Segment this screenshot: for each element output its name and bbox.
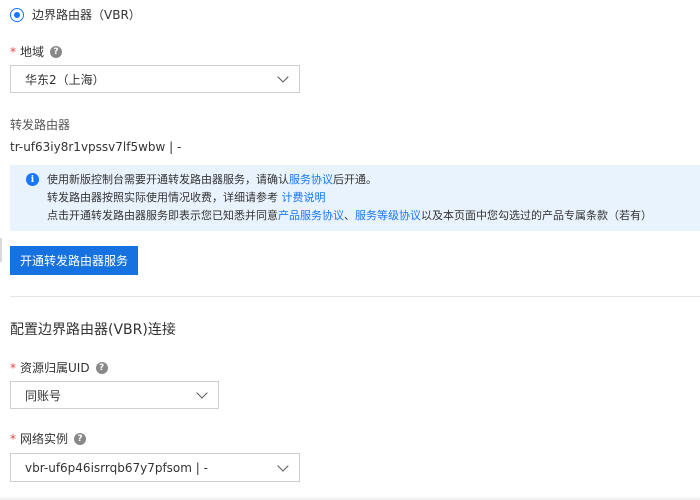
vbr-radio-label[interactable]: 边界路由器（VBR） — [32, 7, 141, 23]
chevron-down-icon — [277, 71, 289, 83]
notice-line-3-sep: 、 — [344, 209, 355, 222]
notice-line-3: 点击开通转发路由器服务即表示您已知悉并同意产品服务协议、服务等级协议以及本页面中… — [47, 209, 652, 223]
region-label-text: 地域 — [20, 45, 45, 59]
required-mark: * — [10, 432, 16, 446]
section-title: 配置边界路由器(VBR)连接 — [10, 322, 176, 338]
notice-line-3-text: 点击开通转发路由器服务即表示您已知悉并同意 — [47, 209, 278, 222]
notice-line-1-suffix: 后开通。 — [333, 173, 377, 186]
notice-line-1: 使用新版控制台需要开通转发路由器服务，请确认服务协议后开通。 — [47, 173, 377, 187]
notice-box: i 使用新版控制台需要开通转发路由器服务，请确认服务协议后开通。 转发路由器按照… — [10, 165, 700, 231]
required-mark: * — [10, 45, 16, 59]
billing-info-link[interactable]: 计费说明 — [282, 191, 326, 204]
sla-link[interactable]: 服务等级协议 — [355, 209, 421, 222]
chevron-down-icon — [196, 387, 208, 399]
resource-uid-select-value: 同账号 — [25, 388, 62, 403]
bottom-shadow — [0, 496, 700, 500]
transit-router-value: tr-uf63iy8r1vpssv7lf5wbw | - — [10, 140, 182, 154]
radio-selected-dot — [14, 12, 20, 18]
network-instance-label-text: 网络实例 — [20, 432, 69, 446]
network-instance-select[interactable]: vbr-uf6p46isrrqb67y7pfsom | - — [10, 453, 300, 482]
region-label: * 地域 ? — [10, 45, 63, 59]
vbr-radio[interactable] — [10, 8, 24, 22]
required-mark: * — [10, 361, 16, 375]
info-icon: i — [26, 173, 39, 186]
edge-marker — [0, 238, 2, 262]
region-select[interactable]: 华东2（上海） — [10, 65, 300, 93]
product-agreement-link[interactable]: 产品服务协议 — [278, 209, 344, 222]
transit-router-label: 转发路由器 — [10, 118, 71, 132]
resource-uid-select[interactable]: 同账号 — [10, 381, 219, 409]
resource-uid-label: * 资源归属UID ? — [10, 361, 108, 375]
activate-transit-router-button[interactable]: 开通转发路由器服务 — [10, 246, 138, 275]
help-icon[interactable]: ? — [50, 46, 63, 58]
help-icon[interactable]: ? — [95, 362, 108, 374]
network-instance-select-value: vbr-uf6p46isrrqb67y7pfsom | - — [25, 460, 208, 475]
notice-line-1-text: 使用新版控制台需要开通转发路由器服务，请确认 — [47, 173, 289, 186]
chevron-down-icon — [277, 459, 289, 472]
notice-line-3-suffix: 以及本页面中您勾选过的产品专属条款（若有） — [421, 209, 652, 222]
notice-line-2: 转发路由器按照实际使用情况收费，详细请参考 计费说明 — [47, 191, 326, 205]
section-divider — [10, 296, 700, 297]
help-icon[interactable]: ? — [74, 433, 87, 445]
region-select-value: 华东2（上海） — [25, 72, 105, 87]
service-agreement-link[interactable]: 服务协议 — [289, 173, 333, 186]
resource-uid-label-text: 资源归属UID — [20, 361, 90, 375]
notice-line-2-text: 转发路由器按照实际使用情况收费，详细请参考 — [47, 191, 282, 204]
network-instance-label: * 网络实例 ? — [10, 432, 87, 446]
